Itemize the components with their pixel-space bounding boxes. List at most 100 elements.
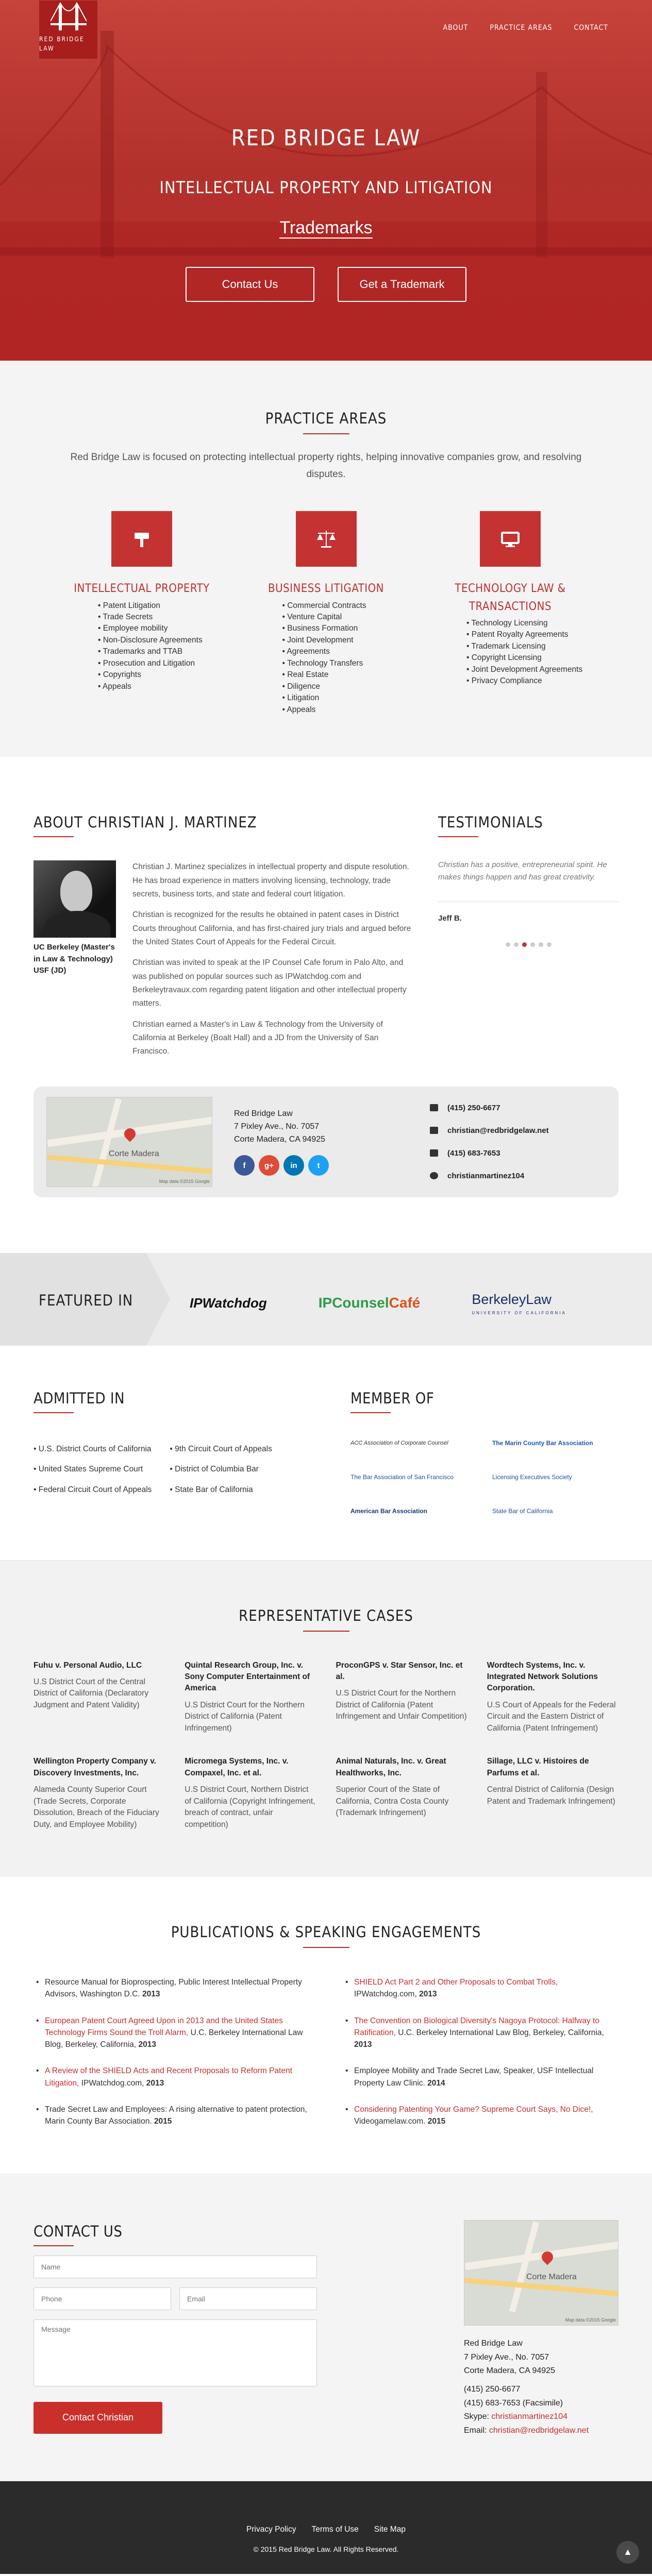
carousel-dot[interactable] bbox=[538, 942, 543, 947]
nav-practice-areas[interactable]: PRACTICE AREAS bbox=[490, 23, 552, 34]
site-map-link[interactable]: Site Map bbox=[374, 2523, 406, 2536]
list-item: Trademark Licensing bbox=[466, 641, 588, 652]
carousel-dot-active[interactable] bbox=[522, 942, 527, 947]
acc-logo[interactable]: ACC Association of Corporate Counsel bbox=[350, 1431, 477, 1456]
google-plus-icon[interactable]: g+ bbox=[259, 1155, 279, 1176]
terms-of-use-link[interactable]: Terms of Use bbox=[311, 2523, 358, 2536]
practice-title: PRACTICE AREAS bbox=[34, 407, 618, 434]
skype[interactable]: christianmartinez104 bbox=[447, 1170, 524, 1182]
area-list: Patent Litigation Trade Secrets Employee… bbox=[98, 600, 219, 693]
ipwatchdog-logo[interactable]: IPWatchdog bbox=[190, 1293, 267, 1313]
featured-label: FEATURED IN bbox=[39, 1291, 133, 1309]
area-intellectual-property: INTELLECTUAL PROPERTY Patent Litigation … bbox=[64, 511, 219, 716]
location-map[interactable]: Corte Madera Map data ©2015 Google bbox=[46, 1096, 212, 1187]
case-item: Fuhu v. Personal Audio, LLC U.S District … bbox=[34, 1660, 149, 1709]
practice-areas-section: PRACTICE AREAS Red Bridge Law is focused… bbox=[0, 361, 652, 757]
street: 7 Pixley Ave., No. 7057 bbox=[464, 2352, 549, 2362]
carousel-dot[interactable] bbox=[505, 942, 510, 947]
name-input[interactable] bbox=[34, 2256, 317, 2279]
nav-contact[interactable]: CONTACT bbox=[574, 23, 608, 34]
case-item: ProconGPS v. Star Sensor, Inc. et al. U.S… bbox=[336, 1660, 467, 1721]
aba-logo[interactable]: American Bar Association bbox=[350, 1499, 477, 1524]
area-title: TECHNOLOGY LAW & TRANSACTIONS bbox=[455, 582, 566, 613]
privacy-policy-link[interactable]: Privacy Policy bbox=[246, 2523, 296, 2536]
nav-about[interactable]: ABOUT bbox=[443, 23, 469, 34]
email-icon bbox=[430, 1127, 438, 1134]
publication-item: A Review of the SHIELD Acts and Recent P… bbox=[34, 2065, 309, 2089]
list-item: Joint Development bbox=[282, 635, 404, 646]
get-trademark-button[interactable]: Get a Trademark bbox=[338, 267, 466, 302]
basf-logo[interactable]: The Bar Association of San Francisco bbox=[350, 1465, 477, 1490]
title-underline bbox=[34, 1412, 74, 1413]
hero-subtitle: INTELLECTUAL PROPERTY AND LITIGATION bbox=[159, 178, 493, 197]
contact-us-button[interactable]: Contact Us bbox=[186, 267, 314, 302]
email-link[interactable]: christian@redbridgelaw.net bbox=[489, 2426, 589, 2435]
scales-icon bbox=[295, 511, 357, 567]
scroll-to-top-icon[interactable]: ▲ bbox=[616, 2541, 639, 2564]
map-label: Corte Madera bbox=[526, 2273, 577, 2282]
list-item: Employee mobility bbox=[98, 623, 219, 634]
list-item: U.S. District Courts of California bbox=[34, 1439, 152, 1460]
logo-text: RED BRIDGE LAW bbox=[39, 35, 85, 53]
phone[interactable]: (415) 250-6677 bbox=[447, 1102, 500, 1114]
list-item: Patent Litigation bbox=[98, 600, 219, 612]
photo-caption: UC Berkeley (Master's in Law & Technolog… bbox=[34, 943, 115, 975]
bio-paragraph: Christian is recognized for the results … bbox=[132, 910, 411, 946]
list-item: Joint Development Agreements bbox=[466, 664, 588, 675]
phone[interactable]: (415) 250-6677 bbox=[464, 2383, 618, 2396]
email[interactable]: christian@redbridgelaw.net bbox=[447, 1125, 549, 1137]
card-contact-info: (415) 250-6677 christian@redbridgelaw.ne… bbox=[430, 1096, 549, 1187]
state-bar-seal-logo[interactable]: State Bar of California bbox=[492, 1499, 618, 1524]
ipcounselcafe-logo[interactable]: IPCounselCafé bbox=[319, 1292, 421, 1314]
skype-link[interactable]: christianmartinez104 bbox=[491, 2412, 567, 2421]
case-item: Wordtech Systems, Inc. v. Integrated Net… bbox=[487, 1660, 616, 1733]
case-item: Animal Naturals, Inc. v. Great Healthwor… bbox=[336, 1757, 449, 1818]
publication-link[interactable]: SHIELD Act Part 2 and Other Proposals to… bbox=[354, 1978, 558, 1987]
map-footer: Map data ©2015 Google bbox=[159, 1178, 210, 1184]
main-nav: ABOUT PRACTICE AREAS CONTACT bbox=[443, 23, 608, 34]
publication-item: Trade Secret Law and Employees: A rising… bbox=[34, 2104, 309, 2128]
list-item: Copyrights bbox=[98, 669, 219, 681]
list-item: Agreements bbox=[282, 646, 404, 657]
publication-item: European Patent Court Agreed Upon in 201… bbox=[34, 2015, 309, 2051]
list-item: Commercial Contracts bbox=[282, 600, 404, 612]
publication-link[interactable]: Considering Patenting Your Game? Supreme… bbox=[354, 2105, 593, 2114]
featured-label-banner: FEATURED IN bbox=[0, 1252, 170, 1346]
testimonial-quote: Christian has a positive, entrepreneuria… bbox=[438, 860, 607, 882]
contact-title: CONTACT US bbox=[34, 2223, 123, 2241]
bio-paragraph: Christian earned a Master's in Law & Tec… bbox=[132, 1020, 383, 1056]
area-list: Commercial Contracts Venture Capital Bus… bbox=[282, 600, 404, 716]
publication-item: Considering Patenting Your Game? Supreme… bbox=[343, 2104, 618, 2128]
fax: (415) 683-7653 bbox=[447, 1148, 500, 1158]
case-item: Quintal Research Group, Inc. v. Sony Com… bbox=[185, 1660, 310, 1733]
les-logo[interactable]: Licensing Executives Society bbox=[492, 1465, 618, 1490]
carousel-dot[interactable] bbox=[546, 942, 551, 947]
list-item: 9th Circuit Court of Appeals bbox=[170, 1439, 272, 1460]
list-item: State Bar of California bbox=[170, 1480, 272, 1500]
cases-title: REPRESENTATIVE CASES bbox=[34, 1604, 618, 1632]
message-textarea[interactable] bbox=[34, 2319, 317, 2387]
publications-section: PUBLICATIONS & SPEAKING ENGAGEMENTS Reso… bbox=[0, 1877, 652, 2174]
email-input[interactable] bbox=[179, 2287, 317, 2311]
publication-item: Employee Mobility and Trade Secret Law, … bbox=[343, 2065, 618, 2089]
phone-input[interactable] bbox=[34, 2287, 171, 2311]
firm-name: Red Bridge Law bbox=[464, 2339, 523, 2348]
case-item: Micromega Systems, Inc. v. Compaxel, Inc… bbox=[185, 1757, 315, 1829]
site-logo[interactable]: RED BRIDGE LAW bbox=[39, 0, 98, 59]
twitter-icon[interactable]: t bbox=[308, 1155, 329, 1176]
facebook-icon[interactable]: f bbox=[234, 1155, 255, 1176]
area-business-litigation: BUSINESS LITIGATION Commercial Contracts… bbox=[249, 511, 404, 716]
berkeleylaw-logo[interactable]: BerkeleyLaw UNIVERSITY OF CALIFORNIA bbox=[472, 1289, 566, 1317]
title-underline bbox=[34, 2245, 74, 2247]
carousel-dot[interactable] bbox=[530, 942, 535, 947]
list-item: Technology Transfers bbox=[282, 658, 404, 669]
fax: (415) 683-7653 (Facsimile) bbox=[464, 2398, 563, 2408]
city: Corte Madera, CA 94925 bbox=[234, 1134, 325, 1144]
location-map[interactable]: Corte Madera Map data ©2015 Google bbox=[464, 2220, 618, 2326]
admitted-list: 9th Circuit Court of Appeals District of… bbox=[170, 1439, 272, 1500]
marin-bar-logo[interactable]: The Marin County Bar Association bbox=[492, 1431, 618, 1456]
linkedin-icon[interactable]: in bbox=[283, 1155, 304, 1176]
list-item: Prosecution and Litigation bbox=[98, 658, 219, 669]
carousel-dot[interactable] bbox=[513, 942, 519, 947]
contact-christian-button[interactable]: Contact Christian bbox=[34, 2401, 162, 2434]
